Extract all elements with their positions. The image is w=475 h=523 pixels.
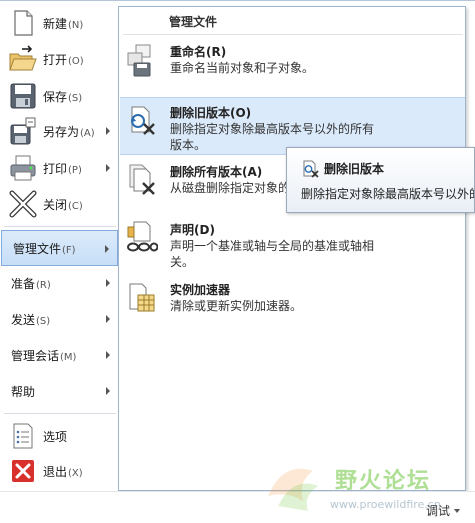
menu-item-close[interactable]: 关闭(C): [0, 187, 118, 221]
submenu-item-desc: 重命名当前对象和子对象。: [170, 61, 315, 75]
file-menu-window: 新建(N) 打开(O) 保存(S) 另存为(A) 打印(P) 关闭(C) 管理文…: [0, 0, 475, 523]
submenu-arrow-icon: [106, 279, 110, 287]
menu-item-manage-session[interactable]: 管理会话(M): [0, 338, 118, 372]
menu-item-save-as[interactable]: 另存为(A): [0, 114, 118, 148]
manage-files-submenu: 管理文件 重命名(R) 重命名当前对象和子对象。 删除旧版本(O) 删除指定对象…: [118, 6, 466, 491]
printer-icon: [8, 153, 38, 183]
menu-item-label: 准备(R): [11, 276, 51, 291]
submenu-arrow-icon: [106, 164, 110, 172]
menu-item-label: 退出(X): [43, 464, 83, 479]
instance-accelerator-icon: [124, 281, 158, 315]
menu-item-print[interactable]: 打印(P): [0, 151, 118, 185]
chevron-down-icon: [454, 508, 461, 513]
menu-item-label: 保存(S): [43, 89, 83, 104]
submenu-title-divider: [123, 34, 463, 35]
options-list-icon: [8, 421, 38, 451]
menu-item-label: 新建(N): [43, 16, 84, 31]
watermark-url: www.proewildfire.cn: [330, 498, 441, 511]
menu-item-label: 关闭(C): [43, 197, 83, 212]
menu-separator: [4, 226, 116, 227]
menu-item-label: 管理会话(M): [11, 348, 77, 363]
menu-item-label: 打开(O): [43, 52, 84, 67]
submenu-item-rename[interactable]: 重命名(R) 重命名当前对象和子对象。: [120, 37, 465, 95]
submenu-item-instance-accelerator[interactable]: 实例加速器 清除或更新实例加速器。: [120, 275, 465, 325]
watermark-text: 野火论坛: [335, 469, 432, 494]
submenu-item-title: 删除旧版本(O): [170, 106, 252, 120]
delete-old-versions-icon: [124, 104, 158, 138]
watermark-logo: [258, 456, 328, 516]
menu-item-label: 打印(P): [43, 161, 82, 176]
submenu-arrow-icon: [106, 315, 110, 323]
debug-dropdown-button[interactable]: 调试: [426, 502, 461, 519]
menu-item-label: 帮助: [11, 384, 36, 399]
exit-x-icon: [8, 456, 38, 486]
menu-item-label: 发送(S): [11, 312, 51, 327]
submenu-item-title: 实例加速器: [170, 283, 231, 297]
tooltip-title: 删除旧版本: [324, 162, 385, 176]
submenu-item-title: 声明(D): [170, 223, 215, 237]
submenu-item-title: 删除所有版本(A): [170, 165, 263, 179]
new-file-icon: [8, 8, 38, 38]
tooltip-desc: 删除指定对象除最高版本号以外的: [301, 187, 475, 201]
tooltip-delete-old-versions: 删除旧版本 删除指定对象除最高版本号以外的: [286, 147, 475, 213]
submenu-arrow-icon: [106, 127, 110, 135]
open-folder-icon: [8, 44, 38, 74]
declare-icon: [124, 221, 158, 255]
submenu-item-declare[interactable]: 声明(D) 声明一个基准或轴与全局的基准或轴相关。: [120, 215, 465, 281]
submenu-item-desc: 清除或更新实例加速器。: [170, 299, 303, 313]
debug-label: 调试: [426, 504, 451, 518]
submenu-arrow-icon: [106, 387, 110, 395]
close-x-icon: [8, 189, 38, 219]
menu-item-help[interactable]: 帮助: [0, 374, 118, 408]
save-as-icon: [8, 116, 38, 146]
menu-item-new[interactable]: 新建(N): [0, 6, 118, 40]
menu-item-label: 另存为(A): [43, 124, 95, 139]
menu-item-send[interactable]: 发送(S): [0, 302, 118, 336]
submenu-item-desc: 声明一个基准或轴与全局的基准或轴相关。: [170, 239, 375, 269]
menu-item-save[interactable]: 保存(S): [0, 79, 118, 113]
menu-item-exit[interactable]: 退出(X): [0, 454, 118, 488]
submenu-arrow-icon: [106, 351, 110, 359]
submenu-item-title: 重命名(R): [170, 45, 227, 59]
save-disk-icon: [8, 81, 38, 111]
left-file-menu: 新建(N) 打开(O) 保存(S) 另存为(A) 打印(P) 关闭(C) 管理文…: [0, 2, 118, 491]
menu-item-options[interactable]: 选项: [0, 419, 118, 453]
rename-icon: [124, 43, 158, 77]
menu-item-prepare[interactable]: 准备(R): [0, 266, 118, 300]
menu-item-label: 选项: [43, 429, 68, 444]
delete-old-versions-icon: [301, 160, 319, 178]
submenu-arrow-icon: [105, 245, 109, 253]
menu-separator: [4, 413, 116, 414]
delete-all-versions-icon: [124, 163, 158, 197]
submenu-title: 管理文件: [169, 15, 218, 29]
menu-item-label: 管理文件(F): [13, 241, 76, 256]
menu-item-open[interactable]: 打开(O): [0, 42, 118, 76]
menu-item-manage-files[interactable]: 管理文件(F): [1, 230, 118, 266]
